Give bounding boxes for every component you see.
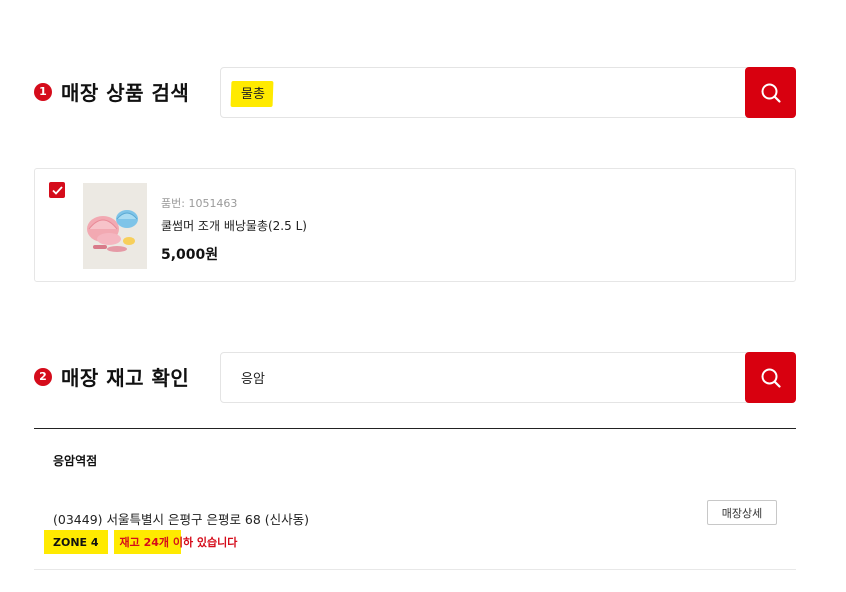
product-search-box <box>220 67 796 118</box>
store-search-button[interactable] <box>745 352 796 403</box>
stock-message-text: 재고 24개 이하 있습니다 <box>119 536 238 549</box>
product-price: 5,000원 <box>161 247 219 263</box>
section-stock-check-header: 2 매장 재고 확인 <box>34 362 189 391</box>
stock-message: 재고 24개 이하 있습니다 <box>113 530 238 554</box>
section-title-product-search: 매장 상품 검색 <box>61 81 190 105</box>
store-search-input[interactable] <box>221 353 795 402</box>
store-name: 응암역점 <box>53 454 98 468</box>
results-top-divider <box>34 428 796 429</box>
results-bottom-divider <box>34 569 796 570</box>
step-badge-1: 1 <box>34 82 52 101</box>
product-info: 품번: 1051463 쿨썸머 조개 배낭물총(2.5 L) 5,000원 <box>161 195 307 264</box>
store-stock-page: 1 매장 상품 검색 물총 품번: 1051463 쿨썸머 조개 배낭물총(2.… <box>0 0 846 592</box>
store-address: (03449) 서울특별시 은평구 은평로 68 (신사동) <box>53 512 310 527</box>
product-search-input[interactable] <box>221 68 795 117</box>
product-name: 쿨썸머 조개 배낭물총(2.5 L) <box>161 219 307 233</box>
store-search-box <box>220 352 796 403</box>
stock-info-row: ZONE 4 재고 24개 이하 있습니다 <box>44 530 237 554</box>
product-card[interactable]: 품번: 1051463 쿨썸머 조개 배낭물총(2.5 L) 5,000원 <box>34 168 796 282</box>
check-icon <box>51 185 63 195</box>
zone-badge: ZONE 4 <box>44 530 108 554</box>
product-select-checkbox[interactable] <box>49 182 65 198</box>
product-code: 품번: 1051463 <box>161 197 238 210</box>
section-title-stock-check: 매장 재고 확인 <box>61 366 190 390</box>
product-thumbnail <box>83 183 147 269</box>
store-detail-button[interactable]: 매장상세 <box>707 500 777 525</box>
search-icon <box>761 368 781 388</box>
step-badge-2: 2 <box>34 367 52 386</box>
section-product-search-header: 1 매장 상품 검색 <box>34 77 189 106</box>
